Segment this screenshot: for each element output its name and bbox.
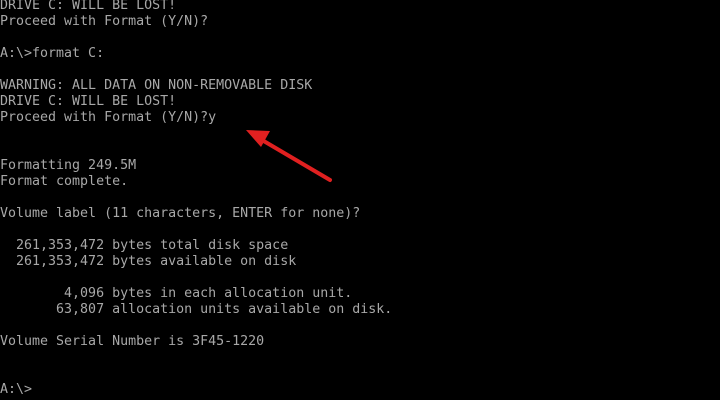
terminal-line-format-command: A:\>format C: <box>0 46 105 61</box>
terminal-line-1: DRIVE C: WILL BE LOST! <box>0 0 177 13</box>
terminal-line-serial-number: Volume Serial Number is 3F45-1220 <box>0 334 265 349</box>
red-arrow-head <box>246 130 270 147</box>
terminal-line-volume-label: Volume label (11 characters, ENTER for n… <box>0 206 361 221</box>
terminal-line-allocation-available: 63,807 allocation units available on dis… <box>0 302 393 317</box>
terminal-line-warning: WARNING: ALL DATA ON NON-REMOVABLE DISK <box>0 78 313 93</box>
terminal-line-formatting: Formatting 249.5M <box>0 158 137 173</box>
terminal-line-2: Proceed with Format (Y/N)? <box>0 14 209 29</box>
terminal-line-drive-lost: DRIVE C: WILL BE LOST! <box>0 94 177 109</box>
red-arrow-shaft <box>260 138 332 182</box>
terminal-line-proceed-answer: Proceed with Format (Y/N)?y <box>0 110 217 125</box>
terminal-prompt-line: A:\> <box>0 382 33 397</box>
terminal-line-allocation-unit: 4,096 bytes in each allocation unit. <box>0 286 353 301</box>
terminal-line-available-space: 261,353,472 bytes available on disk <box>0 254 297 269</box>
terminal-line-total-space: 261,353,472 bytes total disk space <box>0 238 289 253</box>
terminal-line-format-complete: Format complete. <box>0 174 129 189</box>
dos-terminal-screen[interactable]: DRIVE C: WILL BE LOST! Proceed with Form… <box>0 0 720 400</box>
